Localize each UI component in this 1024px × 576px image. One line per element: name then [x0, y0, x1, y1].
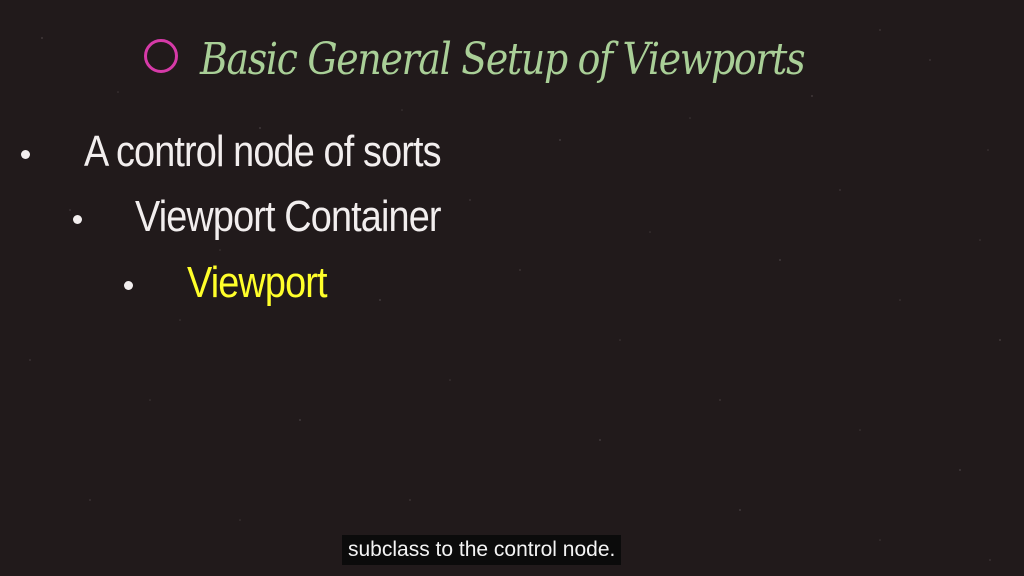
video-caption: subclass to the control node. — [342, 535, 622, 565]
bullet-dot-icon — [124, 281, 133, 290]
bullet-text: A control node of sorts — [84, 127, 442, 176]
bullet-dot-icon — [73, 215, 82, 224]
bullet-text-highlighted: Viewport — [187, 258, 328, 307]
bullet-dot-icon — [21, 150, 30, 159]
slide-title-row: Basic General Setup of Viewports — [144, 14, 903, 104]
circle-outline-icon — [144, 39, 178, 73]
slide-title: Basic General Setup of Viewports — [200, 33, 806, 85]
bullet-text: Viewport Container — [135, 192, 442, 241]
